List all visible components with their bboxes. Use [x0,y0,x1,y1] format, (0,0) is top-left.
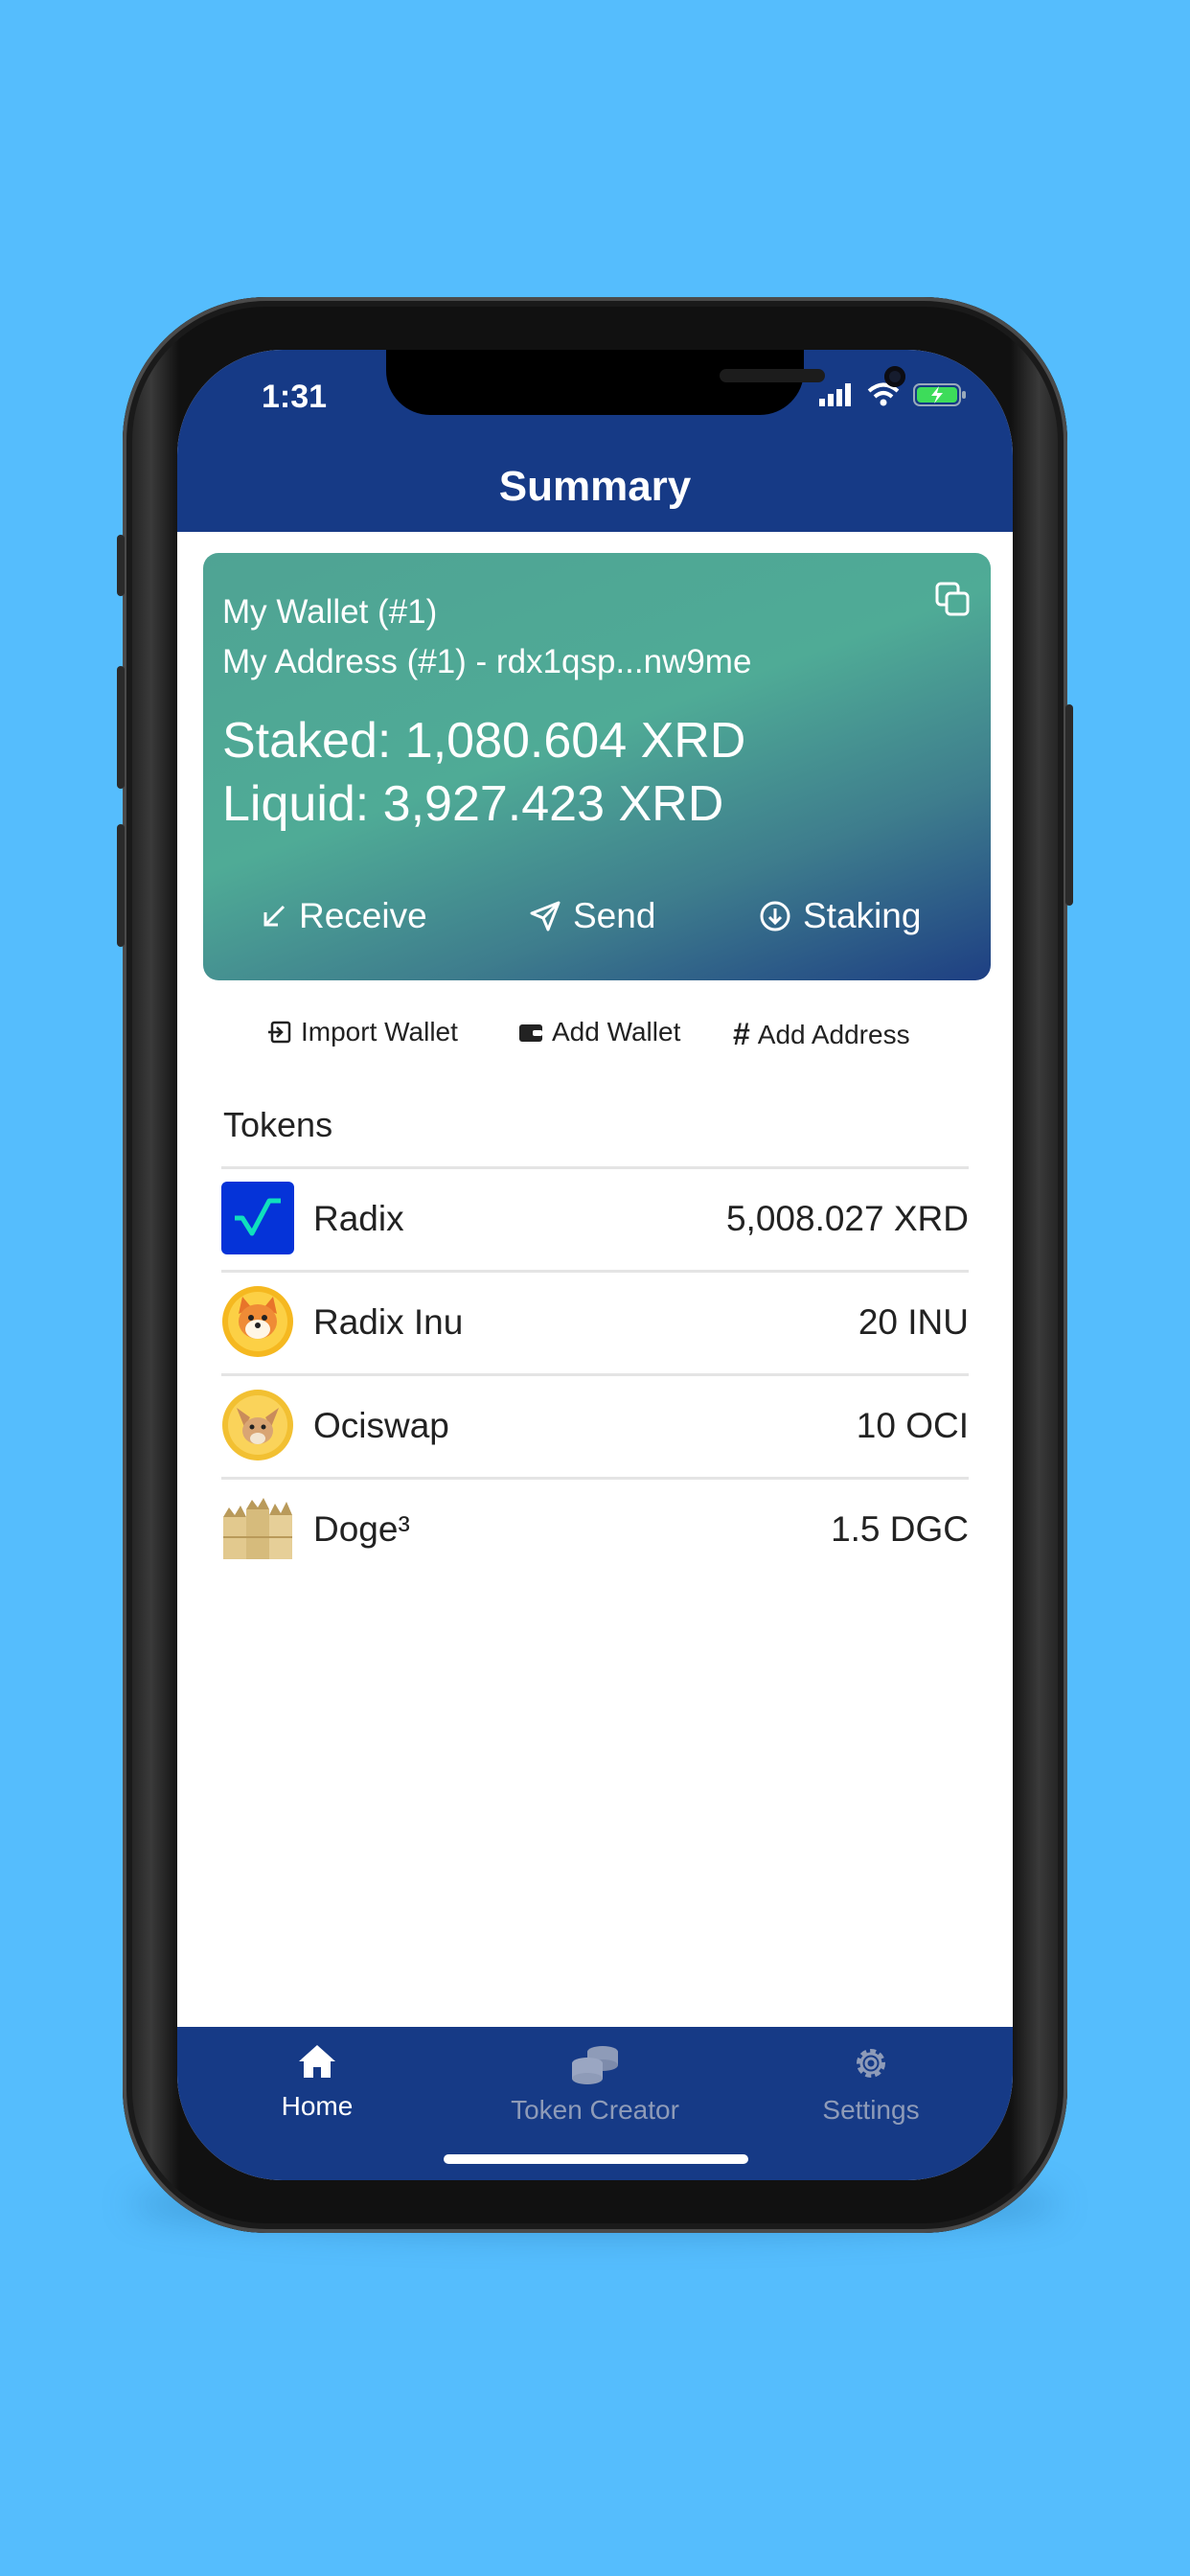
token-name: Doge³ [313,1509,410,1549]
token-amount: 5,008.027 XRD [725,1199,969,1238]
doge-cubes-logo-icon [223,1498,292,1559]
token-name: Radix Inu [313,1302,464,1342]
volume-up-button [117,666,125,789]
token-row[interactable]: Radix Inu 20 INU [221,1283,969,1360]
liquid-balance: Liquid: 3,927.423 XRD [222,776,724,832]
paper-plane-icon [530,901,561,932]
tokens-heading: Tokens [223,1105,333,1144]
circle-arrow-down-icon [760,901,790,932]
tab-token-creator[interactable]: Token Creator [480,2042,710,2126]
page-title: Summary [498,463,692,510]
add-wallet-label: Add Wallet [552,1017,681,1046]
mute-switch [117,535,125,596]
import-wallet-link[interactable]: Import Wallet [266,1017,458,1047]
radix-logo-icon [221,1182,294,1254]
volume-down-button [117,824,125,947]
send-button[interactable]: Send [529,896,655,936]
token-amount: 1.5 DGC [831,1509,969,1549]
receive-button[interactable]: Receive [261,896,427,936]
divider [221,1373,969,1376]
home-icon [299,2045,335,2078]
wallet-name: My Wallet (#1) [222,593,438,631]
divider [221,1477,969,1480]
send-label: Send [573,896,656,935]
add-wallet-link[interactable]: Add Wallet [517,1017,680,1047]
shiba-dog-logo-icon [222,1286,293,1357]
copy-icon[interactable] [933,580,972,618]
power-button [1065,704,1073,906]
tab-token-creator-label: Token Creator [511,2095,679,2125]
fox-logo-icon [222,1390,293,1460]
wallet-links: Import Wallet Add Wallet # Add Address [177,1017,1013,1055]
token-row[interactable]: Radix 5,008.027 XRD [221,1180,969,1256]
token-amount: 10 OCI [856,1406,969,1445]
token-row[interactable]: Doge³ 1.5 DGC [221,1490,969,1567]
tab-home[interactable]: Home [202,2042,432,2122]
token-amount: 20 INU [858,1302,969,1342]
add-address-link[interactable]: # Add Address [733,1017,910,1052]
token-name: Radix [313,1199,404,1238]
battery-charging-icon [913,383,966,406]
speaker [720,369,825,382]
import-wallet-label: Import Wallet [301,1017,458,1046]
wallet-icon [519,1024,542,1042]
divider [221,1270,969,1273]
front-camera [884,366,905,387]
tab-home-label: Home [281,2091,354,2121]
staking-button[interactable]: Staking [759,896,921,936]
gear-icon [857,2049,885,2078]
staking-label: Staking [803,896,922,935]
home-indicator[interactable] [444,2154,748,2164]
token-name: Ociswap [313,1406,449,1445]
token-row[interactable]: Ociswap 10 OCI [221,1387,969,1463]
wallet-card[interactable]: My Wallet (#1) My Address (#1) - rdx1qsp… [203,553,991,980]
add-address-label: Add Address [757,1019,910,1049]
receive-label: Receive [299,896,427,935]
coins-stack-icon [572,2046,618,2084]
arrow-down-left-icon [263,905,286,927]
tab-settings[interactable]: Settings [756,2042,986,2126]
signal-icon [819,383,851,406]
hash-icon: # [733,1017,750,1051]
divider [221,1166,969,1169]
import-icon [268,1021,291,1044]
notch [386,350,905,415]
status-time: 1:31 [262,379,328,415]
wallet-address: My Address (#1) - rdx1qsp...nw9me [222,643,752,680]
phone-screen: 1:31 Summary My Wallet (#1) My Address (… [177,350,1013,2180]
tab-settings-label: Settings [822,2095,920,2125]
top-bar: 1:31 Summary [177,350,1013,532]
staked-balance: Staked: 1,080.604 XRD [222,713,746,769]
